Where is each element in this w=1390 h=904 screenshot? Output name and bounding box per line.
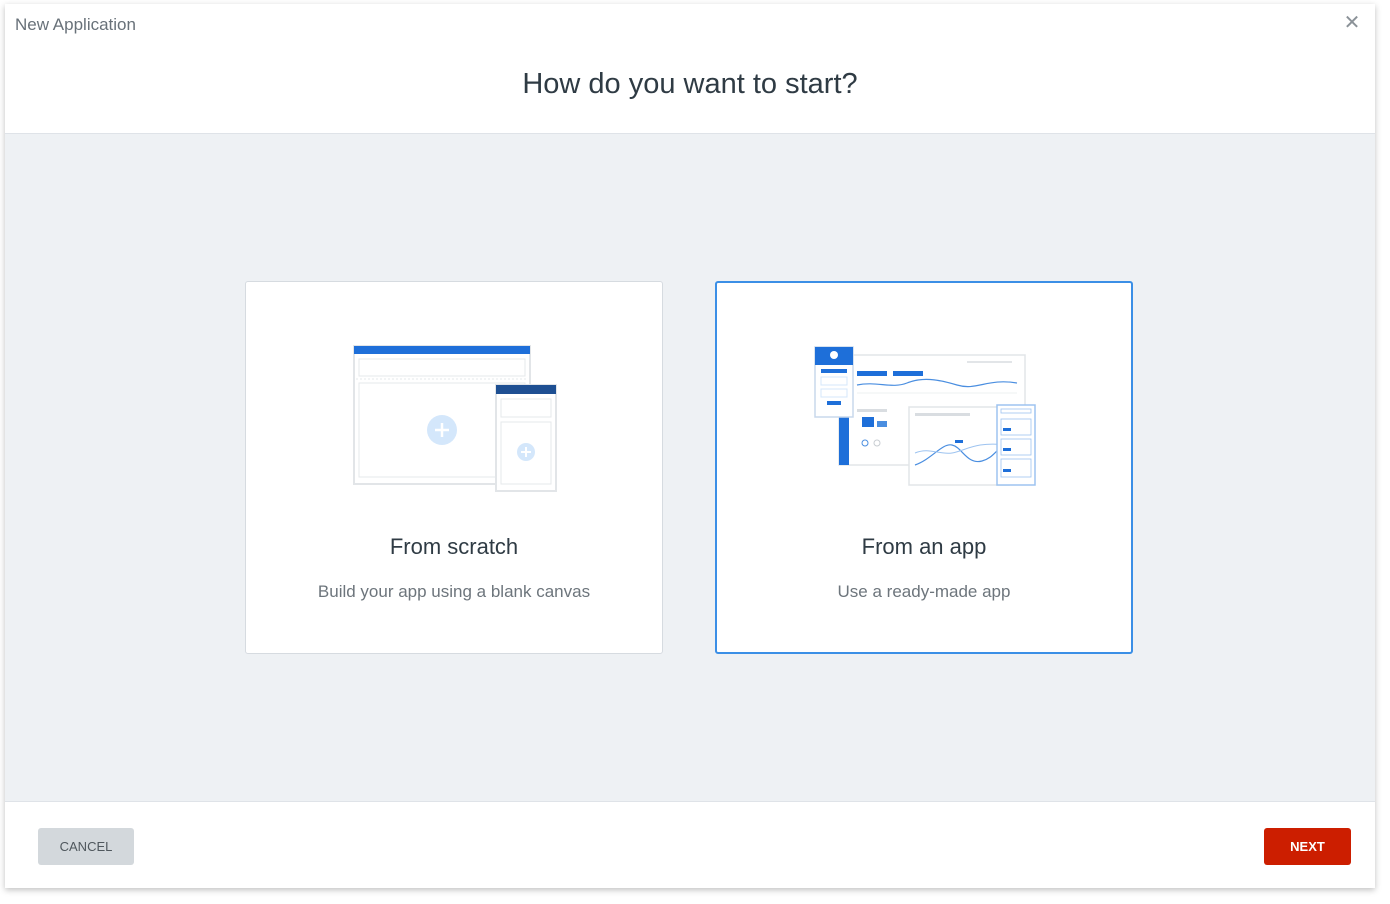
next-button[interactable]: NEXT — [1264, 828, 1351, 865]
option-card-from-an-app[interactable]: From an app Use a ready-made app — [715, 281, 1133, 654]
options-area: From scratch Build your app using a blan… — [5, 134, 1375, 801]
cancel-button[interactable]: CANCEL — [38, 828, 134, 865]
ready-made-app-illustration — [814, 346, 1036, 486]
option-subtitle: Use a ready-made app — [837, 582, 1011, 601]
option-title: From an app — [861, 534, 987, 559]
option-subtitle: Build your app using a blank canvas — [317, 582, 591, 601]
dialog-header: New Application ✕ How do you want to sta… — [5, 4, 1375, 134]
dialog-title: New Application — [15, 15, 136, 34]
dialog-footer: CANCEL NEXT — [5, 801, 1375, 888]
blank-canvas-illustration — [353, 345, 557, 492]
option-card-from-scratch[interactable]: From scratch Build your app using a blan… — [245, 281, 663, 654]
page-heading: How do you want to start? — [522, 68, 858, 100]
close-icon[interactable]: ✕ — [1341, 12, 1363, 34]
new-application-dialog: New Application ✕ How do you want to sta… — [5, 4, 1375, 888]
option-title: From scratch — [389, 534, 519, 559]
